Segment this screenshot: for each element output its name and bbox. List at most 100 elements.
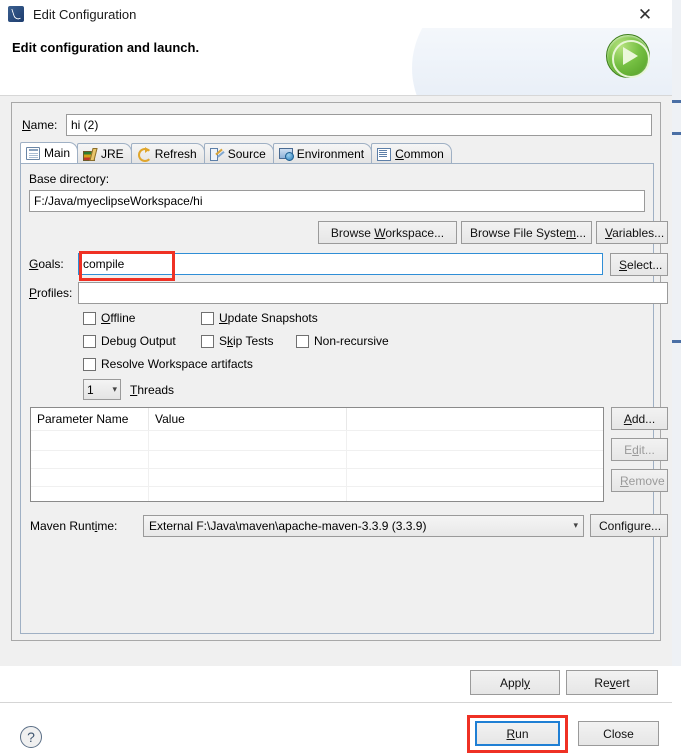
configure-button[interactable]: Configure... <box>590 514 668 537</box>
table-cell <box>347 487 603 501</box>
table-cell <box>31 431 149 450</box>
maven-runtime-dropdown[interactable]: External F:\Java\maven\apache-maven-3.3.… <box>143 514 584 537</box>
tab-jre-label: JRE <box>101 146 124 161</box>
maven-runtime-label: Maven Runtime: <box>30 518 118 533</box>
dialog-body: Name: Main JRE Refresh <box>0 96 672 753</box>
base-directory-label: Base directory: <box>29 172 110 186</box>
table-row[interactable] <box>31 430 603 450</box>
browse-filesystem-button[interactable]: Browse File System... <box>461 221 592 244</box>
tab-refresh-label: Refresh <box>154 146 197 161</box>
threads-value: 1 <box>87 382 94 397</box>
table-cell <box>347 469 603 486</box>
maven-launch-icon <box>8 6 24 22</box>
tab-jre[interactable]: JRE <box>77 143 132 163</box>
checkbox-box-icon[interactable] <box>83 311 96 325</box>
checkbox-debug-output-label: Debug Output <box>101 334 176 348</box>
checkbox-box-icon[interactable] <box>296 334 309 348</box>
checkbox-update-snapshots-label: Update Snapshots <box>219 311 318 325</box>
remove-parameter-button[interactable]: Remove <box>611 469 668 492</box>
checkbox-skip-tests[interactable]: Skip Tests <box>201 334 273 348</box>
dialog-header: Edit configuration and launch. <box>0 28 672 96</box>
tab-common[interactable]: Common <box>371 143 452 163</box>
checkbox-debug-output[interactable]: Debug Output <box>83 334 176 348</box>
close-icon[interactable]: ✕ <box>626 0 664 28</box>
maven-runtime-value: External F:\Java\maven\apache-maven-3.3.… <box>149 518 427 533</box>
parameters-table[interactable]: Parameter Name Value <box>30 407 604 502</box>
table-row[interactable] <box>31 450 603 468</box>
dialog-titlebar: Edit Configuration ✕ <box>0 0 672 28</box>
checkbox-resolve-workspace-artifacts-label: Resolve Workspace artifacts <box>101 357 253 371</box>
checkbox-box-icon[interactable] <box>201 334 214 348</box>
edit-parameter-button[interactable]: Edit... <box>611 438 668 461</box>
base-directory-input[interactable] <box>29 190 645 212</box>
checkbox-resolve-workspace-artifacts[interactable]: Resolve Workspace artifacts <box>83 357 253 371</box>
source-edit-icon <box>209 147 224 161</box>
header-title: Edit configuration and launch. <box>12 40 200 55</box>
background-app-right-edge <box>672 0 681 666</box>
table-cell <box>149 451 347 468</box>
main-document-icon <box>26 146 40 160</box>
table-cell <box>31 469 149 486</box>
threads-label: Threads <box>130 382 175 397</box>
checkbox-box-icon[interactable] <box>83 357 96 371</box>
apply-button[interactable]: Apply <box>470 670 560 695</box>
threads-row: 1 ▾ Threads <box>83 379 174 400</box>
table-cell <box>31 487 149 501</box>
question-mark-icon[interactable]: ? <box>20 726 42 748</box>
run-button[interactable]: Run <box>475 721 560 746</box>
tab-main[interactable]: Main <box>20 142 79 163</box>
tab-main-label: Main <box>44 146 71 160</box>
table-cell <box>149 487 347 501</box>
jre-books-icon <box>83 147 97 161</box>
tab-environment-label: Environment <box>296 146 365 161</box>
browse-workspace-button[interactable]: Browse Workspace... <box>318 221 457 244</box>
tab-environment[interactable]: Environment <box>272 143 373 163</box>
checkbox-non-recursive-label: Non-recursive <box>314 334 389 348</box>
name-input[interactable] <box>66 114 652 136</box>
tab-source[interactable]: Source <box>203 143 274 163</box>
add-parameter-button[interactable]: Add... <box>611 407 668 430</box>
configuration-form-panel: Name: Main JRE Refresh <box>11 102 668 641</box>
select-goals-button[interactable]: Select... <box>610 253 668 276</box>
checkbox-offline[interactable]: Offline <box>83 311 135 325</box>
checkbox-box-icon[interactable] <box>201 311 214 325</box>
name-row: Name: <box>22 113 652 137</box>
environment-icon <box>278 147 294 161</box>
tab-page-main: Base directory: Browse Workspace... Brow… <box>20 164 668 634</box>
table-cell <box>347 431 603 450</box>
table-row[interactable] <box>31 486 603 501</box>
tab-refresh[interactable]: Refresh <box>130 143 205 163</box>
table-cell <box>149 469 347 486</box>
name-label: Name: <box>22 118 58 132</box>
close-button[interactable]: Close <box>578 721 659 746</box>
goals-label: Goals: <box>29 257 64 271</box>
checkbox-box-icon[interactable] <box>83 334 96 348</box>
threads-dropdown[interactable]: 1 ▾ <box>83 379 121 400</box>
maven-runtime-row: Maven Runtime: External F:\Java\maven\ap… <box>30 514 668 537</box>
checkbox-non-recursive[interactable]: Non-recursive <box>296 334 389 348</box>
table-header-row: Parameter Name Value <box>31 408 603 430</box>
column-header-extra <box>347 408 603 430</box>
goals-input[interactable] <box>78 253 603 275</box>
tab-source-label: Source <box>227 146 266 161</box>
profiles-input[interactable] <box>78 282 668 304</box>
table-cell <box>347 451 603 468</box>
revert-button[interactable]: Revert <box>566 670 658 695</box>
column-header-parameter-name: Parameter Name <box>31 408 149 430</box>
table-row[interactable] <box>31 468 603 486</box>
chevron-down-icon: ▾ <box>573 520 578 530</box>
variables-button[interactable]: Variables... <box>596 221 668 244</box>
checkbox-offline-label: Offline <box>101 311 136 325</box>
profiles-label: Profiles: <box>29 286 73 300</box>
chevron-down-icon: ▾ <box>112 384 117 394</box>
checkbox-update-snapshots[interactable]: Update Snapshots <box>201 311 318 325</box>
table-cell <box>31 451 149 468</box>
tab-common-label: Common <box>395 146 444 161</box>
common-list-icon <box>377 147 392 161</box>
refresh-arrows-icon <box>137 147 152 162</box>
column-header-value: Value <box>149 408 347 430</box>
checkbox-skip-tests-label: Skip Tests <box>219 334 274 348</box>
edit-configuration-dialog: Edit Configuration ✕ Edit configuration … <box>0 0 672 753</box>
tab-strip: Main JRE Refresh Source Environment Comm… <box>20 142 654 164</box>
run-green-play-icon <box>606 34 650 78</box>
